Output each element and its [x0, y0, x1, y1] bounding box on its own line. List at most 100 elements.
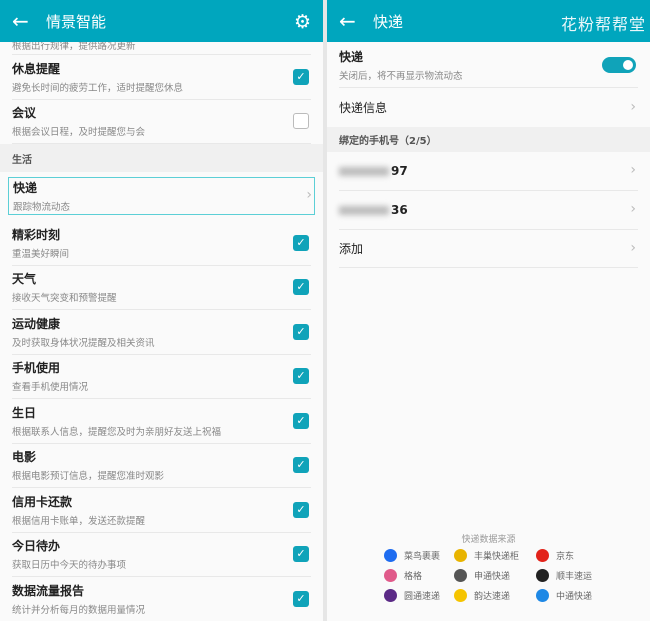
chevron-right-icon: ›	[630, 201, 636, 217]
courier-logo-icon	[536, 589, 549, 602]
item-subtitle: 根据信用卡账单，发送还款提醒	[12, 515, 146, 527]
add-phone-row[interactable]: 添加 ›	[339, 230, 638, 268]
list-item[interactable]: 手机使用查看手机使用情况 ✓	[12, 355, 311, 399]
app-bar: ← 情景智能 ⚙	[0, 0, 323, 42]
item-title: 生日	[12, 405, 37, 420]
checkbox[interactable]: ✓	[293, 368, 309, 385]
list-item[interactable]: 会议根据会议日程，及时提醒您与会	[12, 100, 311, 144]
back-arrow-icon[interactable]: ←	[339, 11, 359, 31]
item-title: 数据流量报告	[12, 583, 85, 598]
page-title: 情景智能	[46, 12, 107, 31]
item-title: 休息提醒	[12, 61, 61, 76]
item-title: 运动健康	[12, 316, 61, 331]
data-source-name: 京东	[556, 552, 575, 562]
list-item-partial[interactable]: 根据出行规律，提供路况更新	[12, 42, 311, 55]
data-source-item: 菜鸟裹裹	[384, 548, 454, 563]
data-source-item: 顺丰速运	[536, 568, 606, 583]
data-source-item: 格格	[384, 568, 454, 583]
express-panel: ← 快递 花粉帮帮堂 快递 关闭后，将不再显示物流动态 快递信息 › 绑定的手机…	[327, 0, 650, 621]
masked-digits	[339, 167, 389, 176]
checkbox[interactable]	[293, 113, 309, 130]
phone-number: 97	[339, 164, 638, 178]
list-item[interactable]: 数据流量报告统计并分析每月的数据用量情况 ✓	[12, 577, 311, 621]
data-source-item: 京东	[536, 548, 606, 563]
item-title: 天气	[12, 272, 37, 287]
item-title: 会议	[12, 106, 37, 121]
item-subtitle: 获取日历中今天的待办事项	[12, 560, 127, 572]
data-source-item: 丰巢快递柜	[454, 548, 536, 563]
data-source-item: 中通快递	[536, 588, 606, 603]
data-source-name: 菜鸟裹裹	[404, 552, 441, 562]
checkbox[interactable]: ✓	[293, 546, 309, 563]
checkbox[interactable]: ✓	[293, 323, 309, 340]
item-subtitle: 接收天气突变和预警提醒	[12, 293, 117, 305]
data-source-list: 菜鸟裹裹 丰巢快递柜 京东格格 申通快递 顺丰速运圆通速递 韵达速递 中通快递	[384, 548, 606, 603]
item-subtitle: 查看手机使用情况	[12, 382, 89, 394]
back-arrow-icon[interactable]: ←	[12, 11, 32, 31]
item-subtitle: 统计并分析每月的数据用量情况	[12, 604, 146, 616]
list-item[interactable]: 电影根据电影预订信息，提醒您准时观影 ✓	[12, 444, 311, 488]
chevron-right-icon: ›	[630, 162, 636, 178]
courier-logo-icon	[454, 569, 467, 582]
list-item[interactable]: 信用卡还款根据信用卡账单，发送还款提醒 ✓	[12, 488, 311, 533]
courier-logo-icon	[536, 569, 549, 582]
phone-row[interactable]: 36 ›	[339, 191, 638, 230]
data-source-title: 快递数据来源	[461, 535, 516, 545]
item-title: 手机使用	[12, 361, 61, 376]
data-source-name: 丰巢快递柜	[474, 552, 520, 562]
checkbox[interactable]: ✓	[293, 68, 309, 85]
checkbox[interactable]: ✓	[293, 234, 309, 251]
checkbox[interactable]: ✓	[293, 457, 309, 474]
express-toggle-row[interactable]: 快递 关闭后，将不再显示物流动态	[339, 42, 638, 88]
item-subtitle: 及时获取身体状况提醒及相关资讯	[12, 337, 155, 349]
data-source-item: 韵达速递	[454, 588, 536, 603]
section-header-life: 生活	[0, 144, 323, 172]
item-subtitle: 根据电影预订信息，提醒您准时观影	[12, 471, 165, 483]
checkbox[interactable]: ✓	[293, 501, 309, 518]
list-item[interactable]: 天气接收天气突变和预警提醒 ✓	[12, 266, 311, 310]
chevron-right-icon: ›	[306, 187, 312, 203]
item-title: 电影	[12, 450, 37, 465]
list-item[interactable]: 精彩时刻重温美好瞬间 ✓	[12, 221, 311, 266]
checkbox[interactable]: ✓	[293, 279, 309, 296]
data-source-item: 申通快递	[454, 568, 536, 583]
courier-logo-icon	[536, 549, 549, 562]
item-title: 信用卡还款	[12, 494, 73, 509]
masked-digits	[339, 206, 389, 215]
data-source-name: 圆通速递	[404, 592, 441, 602]
phone-row[interactable]: 97 ›	[339, 152, 638, 191]
smart-scenes-panel: ← 情景智能 ⚙ 根据出行规律，提供路况更新 休息提醒 避免长时间的疲劳工作，适时…	[0, 0, 323, 621]
checkbox[interactable]: ✓	[293, 412, 309, 429]
list-item-express[interactable]: 快递 跟踪物流动态 ›	[8, 177, 315, 215]
courier-logo-icon	[384, 589, 397, 602]
item-subtitle: 根据联系人信息，提醒您及时为亲朋好友送上祝福	[12, 426, 222, 438]
section-header-phones: 绑定的手机号（2/5）	[327, 127, 650, 152]
data-source-name: 中通快递	[556, 592, 593, 602]
watermark: 花粉帮帮堂	[560, 15, 646, 34]
phone-suffix: 97	[391, 164, 408, 178]
phone-number: 36	[339, 203, 638, 217]
app-bar: ← 快递 花粉帮帮堂	[327, 0, 650, 42]
chevron-right-icon: ›	[630, 98, 636, 115]
courier-logo-icon	[384, 569, 397, 582]
express-toggle[interactable]	[602, 56, 636, 73]
phone-suffix: 36	[391, 203, 408, 217]
item-subtitle: 根据会议日程，及时提醒您与会	[12, 127, 146, 139]
gear-icon[interactable]: ⚙	[294, 11, 311, 33]
courier-logo-icon	[454, 549, 467, 562]
item-title: 精彩时刻	[12, 227, 61, 242]
express-info-row[interactable]: 快递信息 ›	[339, 88, 638, 127]
chevron-right-icon: ›	[630, 239, 636, 256]
checkbox[interactable]: ✓	[293, 590, 309, 607]
list-item[interactable]: 生日根据联系人信息，提醒您及时为亲朋好友送上祝福 ✓	[12, 399, 311, 444]
item-subtitle: 重温美好瞬间	[12, 248, 70, 260]
list-item[interactable]: 休息提醒 避免长时间的疲劳工作，适时提醒您休息 ✓	[12, 55, 311, 100]
courier-logo-icon	[454, 589, 467, 602]
data-source-name: 顺丰速运	[556, 572, 593, 582]
data-source-name: 格格	[404, 572, 423, 582]
data-source-name: 申通快递	[474, 572, 511, 582]
list-item[interactable]: 今日待办 获取日历中今天的待办事项 ✓	[12, 533, 311, 577]
courier-logo-icon	[384, 549, 397, 562]
list-item[interactable]: 运动健康及时获取身体状况提醒及相关资讯 ✓	[12, 310, 311, 355]
page-title: 快递	[373, 12, 404, 31]
